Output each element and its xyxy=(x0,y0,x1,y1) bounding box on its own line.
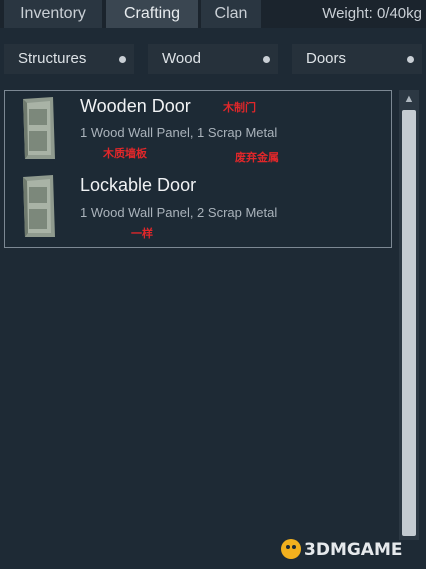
filter-structures[interactable]: Structures xyxy=(4,44,134,74)
item-materials: 1 Wood Wall Panel, 1 Scrap Metal xyxy=(80,125,278,140)
list-item-lockable-door[interactable]: Lockable Door 1 Wood Wall Panel, 2 Scrap… xyxy=(5,169,391,245)
annotation-label: 木质墙板 xyxy=(103,147,147,160)
annotation-label: 木制门 xyxy=(223,101,256,114)
filter-label: Structures xyxy=(18,50,87,67)
filter-label: Wood xyxy=(162,50,201,67)
dropdown-dot-icon xyxy=(263,56,270,63)
filter-label: Doors xyxy=(306,50,347,67)
tab-inventory[interactable]: Inventory xyxy=(4,0,102,28)
watermark-logo-icon xyxy=(281,539,301,559)
annotation-label: 废弃金属 xyxy=(235,151,279,164)
filter-doors[interactable]: Doors xyxy=(292,44,422,74)
scrollbar[interactable]: ▲ xyxy=(399,90,419,540)
door-icon xyxy=(23,97,55,159)
recipe-list: Wooden Door 1 Wood Wall Panel, 1 Scrap M… xyxy=(4,90,392,248)
dropdown-dot-icon xyxy=(119,56,126,63)
weight-readout: Weight: 0/40kg xyxy=(322,5,422,22)
filter-wood[interactable]: Wood xyxy=(148,44,278,74)
item-name: Lockable Door xyxy=(80,175,197,195)
watermark: 3DMGAME xyxy=(304,540,403,560)
scroll-up-icon[interactable]: ▲ xyxy=(399,90,419,108)
tab-clan[interactable]: Clan xyxy=(201,0,261,28)
annotation-label: 一样 xyxy=(131,227,153,240)
list-item-wooden-door[interactable]: Wooden Door 1 Wood Wall Panel, 1 Scrap M… xyxy=(5,91,391,167)
dropdown-dot-icon xyxy=(407,56,414,63)
tab-crafting[interactable]: Crafting xyxy=(106,0,198,28)
item-materials: 1 Wood Wall Panel, 2 Scrap Metal xyxy=(80,205,278,220)
item-name: Wooden Door xyxy=(80,96,191,116)
door-icon xyxy=(23,175,55,237)
scroll-thumb[interactable] xyxy=(402,110,416,536)
tab-bar: Inventory Crafting Clan Weight: 0/40kg xyxy=(0,0,426,28)
